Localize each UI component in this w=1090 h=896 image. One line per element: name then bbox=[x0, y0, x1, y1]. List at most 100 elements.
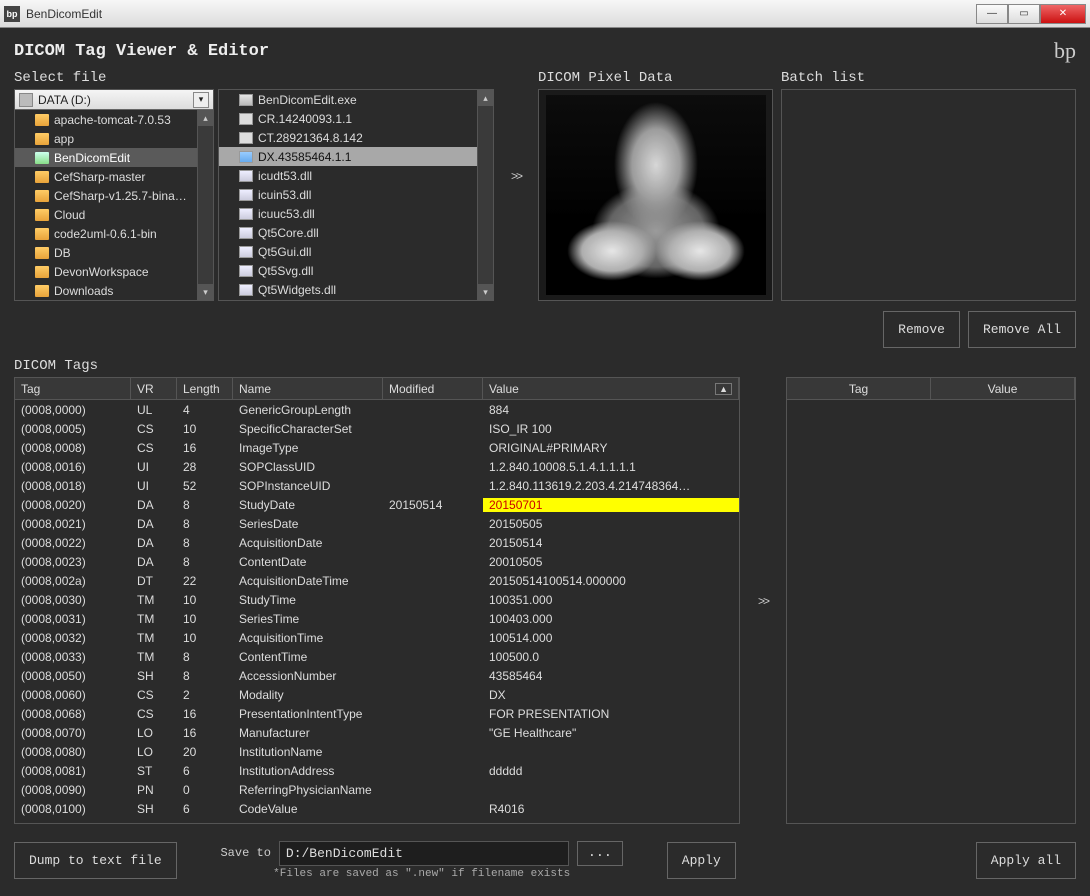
cell-value[interactable]: 100500.0 bbox=[483, 650, 739, 664]
table-row[interactable]: (0008,0032)TM10AcquisitionTime100514.000 bbox=[15, 628, 739, 647]
cell-value[interactable]: 20150701 bbox=[483, 498, 739, 512]
cell-value[interactable]: R4016 bbox=[483, 802, 739, 816]
cell-vr: ST bbox=[131, 764, 177, 778]
cell-vr: TM bbox=[131, 650, 177, 664]
cell-value[interactable]: 20010505 bbox=[483, 555, 739, 569]
table-row[interactable]: (0008,0020)DA8StudyDate2015051420150701 bbox=[15, 495, 739, 514]
file-item[interactable]: icudt53.dll bbox=[219, 166, 493, 185]
cell-value[interactable]: ORIGINAL#PRIMARY bbox=[483, 441, 739, 455]
file-list-panel[interactable]: BenDicomEdit.exeCR.14240093.1.1CT.289213… bbox=[218, 89, 494, 301]
table-row[interactable]: (0008,002a)DT22AcquisitionDateTime201505… bbox=[15, 571, 739, 590]
file-item[interactable]: BenDicomEdit.exe bbox=[219, 90, 493, 109]
minimize-button[interactable]: — bbox=[976, 4, 1008, 24]
cell-value[interactable]: 1.2.840.113619.2.203.4.214748364… bbox=[483, 479, 739, 493]
remove-button[interactable]: Remove bbox=[883, 311, 960, 348]
table-row[interactable]: (0008,0100)SH6CodeValueR4016 bbox=[15, 799, 739, 818]
table-row[interactable]: (0008,0080)LO20InstitutionName bbox=[15, 742, 739, 761]
tree-item[interactable]: CefSharp-v1.25.7-bina… bbox=[15, 186, 213, 205]
tree-item[interactable]: DevonWorkspace bbox=[15, 262, 213, 281]
table-row[interactable]: (0008,0050)SH8AccessionNumber43585464 bbox=[15, 666, 739, 685]
table-row[interactable]: (0008,0000)UL4GenericGroupLength884 bbox=[15, 400, 739, 419]
col-tag[interactable]: Tag bbox=[15, 378, 131, 399]
batch-col-tag[interactable]: Tag bbox=[787, 378, 931, 399]
tree-item[interactable]: CefSharp-master bbox=[15, 167, 213, 186]
cell-value[interactable]: FOR PRESENTATION bbox=[483, 707, 739, 721]
dump-button[interactable]: Dump to text file bbox=[14, 842, 177, 879]
table-row[interactable]: (0008,0018)UI52SOPInstanceUID1.2.840.113… bbox=[15, 476, 739, 495]
add-to-batch-button[interactable]: >> bbox=[748, 377, 778, 824]
tree-item[interactable]: BenDicomEdit bbox=[15, 148, 213, 167]
cell-value[interactable]: CTTS(Colon Transient Time Study) bbox=[483, 821, 739, 824]
col-value[interactable]: Value ▲ bbox=[483, 378, 739, 399]
remove-all-button[interactable]: Remove All bbox=[968, 311, 1076, 348]
table-row[interactable]: (0008,0090)PN0ReferringPhysicianName bbox=[15, 780, 739, 799]
cell-tag: (0008,0032) bbox=[15, 631, 131, 645]
drive-dropdown-icon[interactable]: ▾ bbox=[193, 92, 209, 108]
table-row[interactable]: (0008,0070)LO16Manufacturer"GE Healthcar… bbox=[15, 723, 739, 742]
browse-button[interactable]: ... bbox=[577, 841, 623, 866]
drive-selector[interactable]: DATA (D:) ▾ bbox=[15, 90, 213, 110]
cell-value[interactable]: DX bbox=[483, 688, 739, 702]
titlebar[interactable]: bp BenDicomEdit — ▭ ✕ bbox=[0, 0, 1090, 28]
table-row[interactable]: (0008,0060)CS2ModalityDX bbox=[15, 685, 739, 704]
folder-tree[interactable]: DATA (D:) ▾ apache-tomcat-7.0.53appBenDi… bbox=[14, 89, 214, 301]
cell-value[interactable]: 100514.000 bbox=[483, 631, 739, 645]
table-row[interactable]: (0008,0081)ST6InstitutionAddressddddd bbox=[15, 761, 739, 780]
cell-value[interactable]: 20150514100514.000000 bbox=[483, 574, 739, 588]
cell-value[interactable]: 884 bbox=[483, 403, 739, 417]
col-length[interactable]: Length bbox=[177, 378, 233, 399]
table-row[interactable]: (0008,0031)TM10SeriesTime100403.000 bbox=[15, 609, 739, 628]
apply-all-button[interactable]: Apply all bbox=[976, 842, 1076, 879]
tags-grid[interactable]: Tag VR Length Name Modified Value ▲ (000… bbox=[14, 377, 740, 824]
table-row[interactable]: (0008,0008)CS16ImageTypeORIGINAL#PRIMARY bbox=[15, 438, 739, 457]
tags-grid-header[interactable]: Tag VR Length Name Modified Value ▲ bbox=[15, 378, 739, 400]
tree-item[interactable]: code2uml-0.6.1-bin bbox=[15, 224, 213, 243]
cell-value[interactable]: 100403.000 bbox=[483, 612, 739, 626]
cell-value[interactable]: 20150505 bbox=[483, 517, 739, 531]
sort-icon[interactable]: ▲ bbox=[715, 383, 732, 395]
tree-item[interactable]: DB bbox=[15, 243, 213, 262]
maximize-button[interactable]: ▭ bbox=[1008, 4, 1040, 24]
col-modified[interactable]: Modified bbox=[383, 378, 483, 399]
cell-value[interactable]: 43585464 bbox=[483, 669, 739, 683]
file-scrollbar[interactable]: ▴▾ bbox=[477, 90, 493, 300]
table-row[interactable]: (0008,0021)DA8SeriesDate20150505 bbox=[15, 514, 739, 533]
file-item[interactable]: Qt5Gui.dll bbox=[219, 242, 493, 261]
cell-value[interactable]: 1.2.840.10008.5.1.4.1.1.1.1 bbox=[483, 460, 739, 474]
file-item[interactable]: CR.14240093.1.1 bbox=[219, 109, 493, 128]
file-item[interactable]: Qt5Widgets.dll bbox=[219, 280, 493, 299]
tree-item[interactable]: Cloud bbox=[15, 205, 213, 224]
table-row[interactable]: (0008,0104)LO32CodeMeaningCTTS(Colon Tra… bbox=[15, 818, 739, 823]
file-item[interactable]: DX.43585464.1.1 bbox=[219, 147, 493, 166]
table-row[interactable]: (0008,0033)TM8ContentTime100500.0 bbox=[15, 647, 739, 666]
batch-list[interactable] bbox=[781, 89, 1076, 301]
file-item[interactable]: Qt5Svg.dll bbox=[219, 261, 493, 280]
cell-value[interactable]: 100351.000 bbox=[483, 593, 739, 607]
tree-item[interactable]: apache-tomcat-7.0.53 bbox=[15, 110, 213, 129]
table-row[interactable]: (0008,0005)CS10SpecificCharacterSetISO_I… bbox=[15, 419, 739, 438]
table-row[interactable]: (0008,0022)DA8AcquisitionDate20150514 bbox=[15, 533, 739, 552]
cell-value[interactable]: ISO_IR 100 bbox=[483, 422, 739, 436]
file-item[interactable]: icuin53.dll bbox=[219, 185, 493, 204]
cell-value[interactable]: "GE Healthcare" bbox=[483, 726, 739, 740]
col-name[interactable]: Name bbox=[233, 378, 383, 399]
cell-value[interactable]: 20150514 bbox=[483, 536, 739, 550]
table-row[interactable]: (0008,0030)TM10StudyTime100351.000 bbox=[15, 590, 739, 609]
batch-col-value[interactable]: Value bbox=[931, 378, 1075, 399]
tree-scrollbar[interactable]: ▴▾ bbox=[197, 110, 213, 300]
tree-item[interactable]: Downloads bbox=[15, 281, 213, 300]
apply-button[interactable]: Apply bbox=[667, 842, 736, 879]
file-item[interactable]: Qt5Core.dll bbox=[219, 223, 493, 242]
cell-value[interactable]: ddddd bbox=[483, 764, 739, 778]
file-item[interactable]: icuuc53.dll bbox=[219, 204, 493, 223]
col-vr[interactable]: VR bbox=[131, 378, 177, 399]
table-row[interactable]: (0008,0016)UI28SOPClassUID1.2.840.10008.… bbox=[15, 457, 739, 476]
close-button[interactable]: ✕ bbox=[1040, 4, 1086, 24]
table-row[interactable]: (0008,0068)CS16PresentationIntentTypeFOR… bbox=[15, 704, 739, 723]
tree-item[interactable]: app bbox=[15, 129, 213, 148]
file-item[interactable]: CT.28921364.8.142 bbox=[219, 128, 493, 147]
table-row[interactable]: (0008,0023)DA8ContentDate20010505 bbox=[15, 552, 739, 571]
add-to-pixel-button[interactable]: >> bbox=[502, 70, 530, 282]
batch-grid[interactable]: Tag Value bbox=[786, 377, 1076, 824]
save-path-input[interactable] bbox=[279, 841, 569, 866]
